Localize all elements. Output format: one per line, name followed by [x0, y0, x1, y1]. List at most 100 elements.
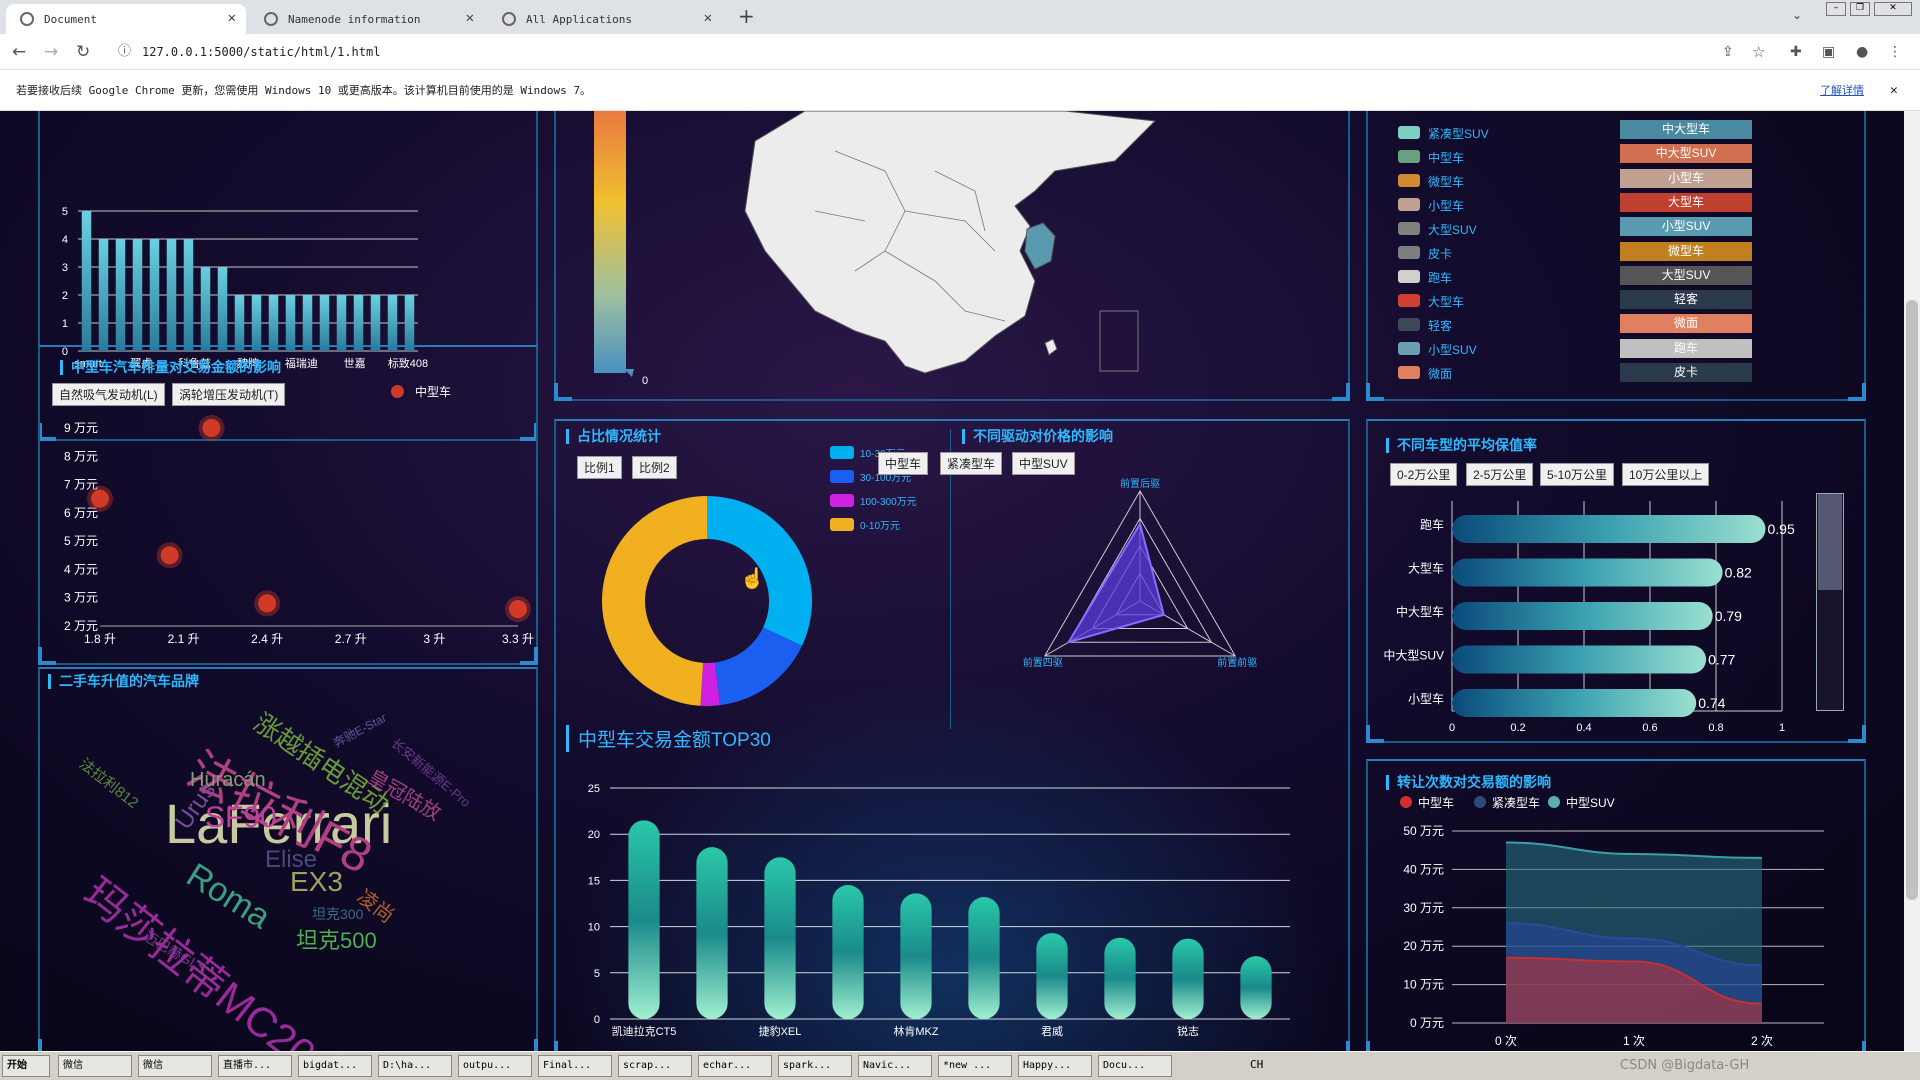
legend-label: 紧凑型SUV	[1428, 127, 1489, 141]
visual-map-handle[interactable]	[624, 369, 634, 377]
extensions-icon[interactable]: ✚	[1790, 44, 1802, 60]
legend-item[interactable]: 微型车	[1398, 171, 1618, 189]
y-tick-label: 5	[62, 206, 68, 218]
sidepanel-icon[interactable]: ▣	[1822, 44, 1835, 60]
globe-icon	[502, 12, 516, 26]
y-tick-label: 9 万元	[64, 421, 98, 435]
bar	[268, 295, 279, 351]
legend-swatch	[830, 446, 854, 459]
legend-item[interactable]: 紧凑型SUV	[1398, 123, 1618, 141]
tab-applications[interactable]: All Applications ✕	[488, 4, 722, 34]
legend-item[interactable]: 跑车	[1398, 267, 1618, 285]
category-label: 中大型SUV	[1383, 648, 1444, 663]
legend-swatch	[1398, 198, 1420, 211]
mileage-2-5-button[interactable]: 2-5万公里	[1466, 463, 1534, 486]
close-window-icon[interactable]: ✕	[1874, 2, 1912, 16]
taskbar-item[interactable]: *new ...	[938, 1055, 1012, 1077]
midsize-car-button[interactable]: 中型车	[878, 452, 929, 475]
compact-car-button[interactable]: 紧凑型车	[940, 452, 1003, 475]
legend-item[interactable]: 大型车	[1398, 291, 1618, 309]
taskbar-item[interactable]: Happy...	[1018, 1055, 1092, 1077]
x-tick-label: 2.1 升	[168, 632, 200, 646]
infobar-close-icon[interactable]: ✕	[1890, 70, 1898, 111]
mileage-10plus-button[interactable]: 10万公里以上	[1622, 463, 1710, 486]
word: 法拉利812	[75, 755, 142, 812]
category-label: 大型车	[1408, 561, 1444, 576]
new-tab-button[interactable]: +	[738, 4, 755, 28]
bar	[132, 239, 143, 351]
transfer-legend-item[interactable]: 紧凑型车	[1474, 794, 1548, 810]
taskbar-item[interactable]: outpu...	[458, 1055, 532, 1077]
scatter-title: 中型车汽车排量对交易金额的影响	[60, 360, 281, 375]
bar	[1452, 515, 1766, 543]
tab-title: All Applications	[526, 12, 632, 26]
menu-icon[interactable]: ⋮	[1888, 44, 1902, 60]
start-button[interactable]: 开始	[2, 1055, 50, 1077]
x-tick-label: 2.7 升	[335, 632, 367, 646]
address-bar[interactable]: ⓘ 127.0.0.1:5000/static/html/1.html	[108, 38, 1708, 66]
taskbar-item[interactable]: Navic...	[858, 1055, 932, 1077]
bar	[628, 820, 660, 1019]
transfer-legend-item[interactable]: 中型车	[1400, 794, 1474, 810]
taskbar-item[interactable]: spark...	[778, 1055, 852, 1077]
taskbar-item[interactable]: bigdat...	[298, 1055, 372, 1077]
profile-icon[interactable]: ●	[1856, 44, 1868, 60]
donut-title: 占比情况统计	[566, 429, 661, 444]
transfer-legend-item[interactable]: 中型SUV	[1548, 794, 1622, 810]
ratio1-button[interactable]: 比例1	[577, 456, 622, 479]
x-tick-label: 3 升	[423, 632, 445, 646]
reload-icon[interactable]: ↻	[76, 42, 90, 62]
minimize-icon[interactable]: –	[1826, 2, 1846, 16]
restore-icon[interactable]: ❐	[1850, 2, 1870, 16]
learn-more-link[interactable]: 了解详情	[1820, 70, 1864, 111]
legend-item[interactable]: 小型车	[1398, 195, 1618, 213]
page-scrollbar-thumb[interactable]	[1906, 300, 1918, 900]
legend-item[interactable]: 小型SUV	[1398, 339, 1618, 357]
close-icon[interactable]: ✕	[704, 10, 712, 26]
taskbar-item[interactable]: D:\ha...	[378, 1055, 452, 1077]
scatter-point	[258, 594, 277, 613]
mileage-5-10-button[interactable]: 5-10万公里	[1540, 463, 1615, 486]
ratio2-button[interactable]: 比例2	[632, 456, 677, 479]
midsize-suv-button[interactable]: 中型SUV	[1012, 452, 1075, 475]
legend-item[interactable]: 大型SUV	[1398, 219, 1618, 237]
donut-legend-item[interactable]: 0-10万元	[830, 516, 960, 532]
legend-item[interactable]: 微面	[1398, 363, 1618, 381]
legend-item[interactable]: 轻客	[1398, 315, 1618, 333]
taskbar-item[interactable]: 直播市...	[218, 1055, 292, 1077]
share-icon[interactable]: ⇪	[1722, 44, 1734, 60]
y-tick-label: 10	[588, 922, 600, 934]
taskbar-item[interactable]: Docu...	[1098, 1055, 1172, 1077]
taskbar-item[interactable]: 微信	[138, 1055, 212, 1077]
legend-item[interactable]: 中型车	[1398, 147, 1618, 165]
transfer-chart: 0 万元 10 万元 20 万元 30 万元 40 万元 50 万元 0 次 1 次 2 次	[1403, 824, 1824, 1048]
donut-legend-item[interactable]: 100-300万元	[830, 492, 960, 508]
taskbar-item[interactable]: echar...	[698, 1055, 772, 1077]
tab-search-icon[interactable]: ⌄	[1792, 8, 1802, 22]
donut-chart	[602, 496, 812, 706]
forward-icon[interactable]: →	[44, 42, 58, 62]
bar	[285, 295, 296, 351]
datazoom-slider[interactable]	[1816, 493, 1844, 711]
legend-label: 中型SUV	[1566, 796, 1615, 810]
bookmark-star-icon[interactable]: ☆	[1752, 43, 1765, 61]
y-tick-label: 4 万元	[64, 562, 98, 576]
legend-item[interactable]: 皮卡	[1398, 243, 1618, 261]
tab-namenode[interactable]: Namenode information ✕	[250, 4, 484, 34]
back-icon[interactable]: ←	[12, 42, 26, 62]
language-indicator[interactable]: CH	[1250, 1058, 1263, 1071]
tab-document[interactable]: Document ✕	[6, 4, 246, 34]
taskbar-item[interactable]: Final...	[538, 1055, 612, 1077]
info-icon: ⓘ	[118, 44, 132, 59]
taskbar-item[interactable]: scrap...	[618, 1055, 692, 1077]
datazoom-window[interactable]	[1818, 494, 1842, 590]
mileage-0-2-button[interactable]: 0-2万公里	[1390, 463, 1458, 486]
radar-chart: 前置后驱前置前驱 前置四驱	[1023, 477, 1258, 669]
y-tick-label: 3 万元	[64, 591, 98, 605]
radar-axis-label: 前置四驱	[1023, 656, 1063, 669]
close-icon[interactable]: ✕	[466, 10, 474, 26]
close-icon[interactable]: ✕	[228, 10, 236, 26]
y-tick-label: 0 万元	[1410, 1016, 1444, 1030]
transfer-title: 转让次数对交易额的影响	[1386, 775, 1551, 790]
taskbar-item[interactable]: 微信	[58, 1055, 132, 1077]
